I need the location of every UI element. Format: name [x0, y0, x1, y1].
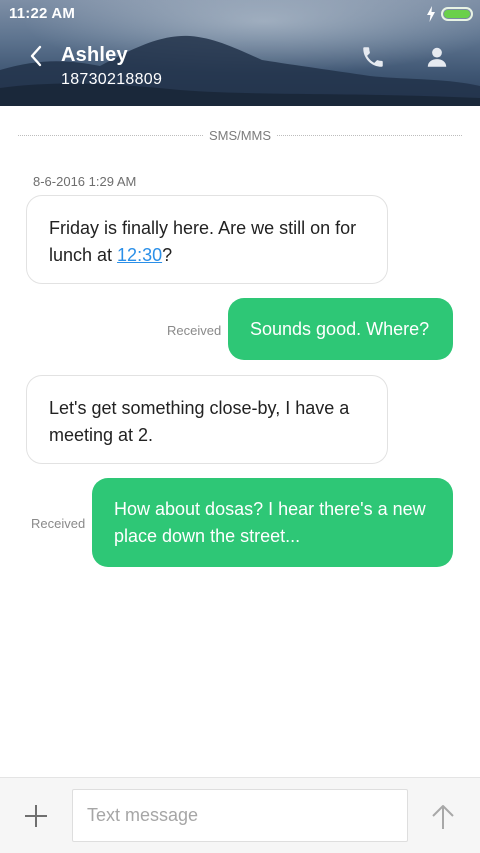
plus-icon — [25, 805, 47, 827]
message-text: Sounds good. Where? — [250, 319, 430, 339]
time-link[interactable]: 12:30 — [117, 245, 162, 265]
message-input[interactable] — [72, 789, 408, 842]
attach-button[interactable] — [22, 802, 50, 830]
channel-label: SMS/MMS — [208, 127, 272, 143]
outgoing-message-bubble[interactable]: Sounds good. Where? — [228, 298, 453, 360]
message-status: Received — [167, 323, 222, 338]
battery-fill — [444, 10, 470, 18]
status-icons — [426, 6, 473, 22]
contact-name: Ashley — [61, 44, 128, 66]
divider-line-left — [18, 134, 203, 136]
call-button[interactable] — [360, 44, 386, 70]
send-button[interactable] — [428, 802, 458, 832]
incoming-message-bubble[interactable]: Friday is finally here. Are we still on … — [26, 195, 388, 284]
person-icon — [427, 47, 447, 67]
message-timestamp: 8-6-2016 1:29 AM — [33, 174, 137, 189]
status-bar: 11:22 AM — [0, 0, 480, 28]
message-text: Friday is finally here. Are we still on … — [49, 218, 357, 265]
outgoing-message-bubble[interactable]: How about dosas? I hear there's a new pl… — [92, 478, 453, 567]
contact-number: 18730218809 — [61, 71, 163, 88]
phone-icon — [363, 47, 383, 67]
battery-icon — [441, 7, 473, 21]
send-arrow-icon — [432, 805, 454, 829]
conversation-header: 11:22 AM Ashley 18730218809 — [0, 0, 480, 106]
contact-profile-button[interactable] — [424, 44, 450, 70]
message-composer — [0, 777, 480, 853]
message-text: How about dosas? I hear there's a new pl… — [114, 499, 426, 546]
message-status: Received — [31, 516, 86, 531]
channel-divider: SMS/MMS — [18, 126, 462, 144]
status-time: 11:22 AM — [9, 5, 76, 22]
back-arrow-icon — [30, 45, 42, 67]
divider-line-right — [277, 134, 462, 136]
back-button[interactable] — [22, 42, 52, 72]
message-text-suffix: ? — [162, 245, 173, 265]
charging-icon — [427, 6, 435, 22]
message-text: Let's get something close-by, I have a m… — [49, 398, 350, 445]
incoming-message-bubble[interactable]: Let's get something close-by, I have a m… — [26, 375, 388, 464]
